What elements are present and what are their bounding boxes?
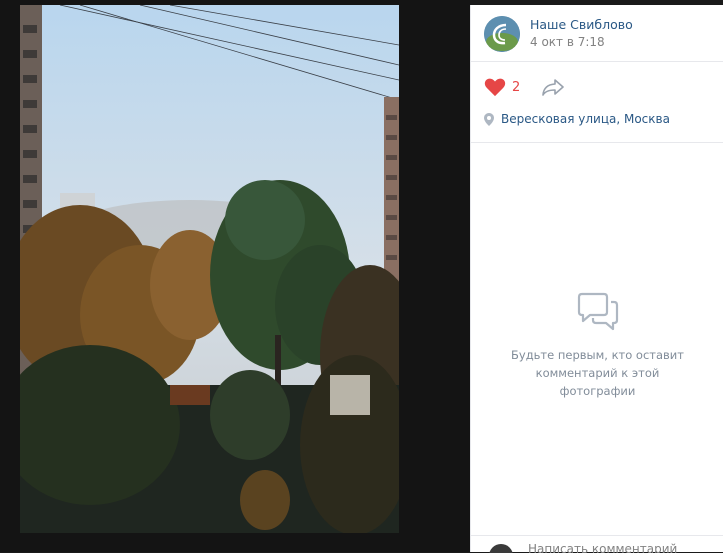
photo-info-panel: Наше Свиблово 4 окт в 7:18 2 Вересковая …	[470, 5, 723, 553]
viewer-bottom-strip	[0, 538, 470, 552]
group-name-link[interactable]: Наше Свиблово	[530, 17, 633, 32]
location-pin-icon	[484, 112, 494, 126]
like-button[interactable]: 2	[484, 77, 520, 97]
location-text: Вересковая улица, Москва	[501, 112, 670, 126]
like-count: 2	[512, 79, 521, 95]
group-avatar[interactable]	[484, 16, 520, 52]
share-button[interactable]	[541, 78, 565, 96]
share-icon	[542, 79, 564, 96]
comments-empty-state: Будьте первым, кто оставит комментарий к…	[471, 290, 723, 400]
comment-input-bar[interactable]: Написать комментарий	[471, 535, 723, 553]
location-link[interactable]: Вересковая улица, Москва	[484, 112, 670, 126]
comments-empty-text: Будьте первым, кто оставит комментарий к…	[511, 348, 684, 398]
avatar-logo-icon	[484, 16, 520, 52]
post-actions: 2 Вересковая улица, Москва	[471, 62, 723, 143]
comment-bubbles-icon	[577, 292, 618, 331]
post-date[interactable]: 4 окт в 7:18	[530, 35, 605, 49]
comment-input-placeholder[interactable]: Написать комментарий	[528, 542, 677, 553]
photo[interactable]	[20, 5, 399, 533]
heart-icon	[484, 78, 506, 97]
post-header: Наше Свиблово 4 окт в 7:18	[471, 5, 723, 62]
